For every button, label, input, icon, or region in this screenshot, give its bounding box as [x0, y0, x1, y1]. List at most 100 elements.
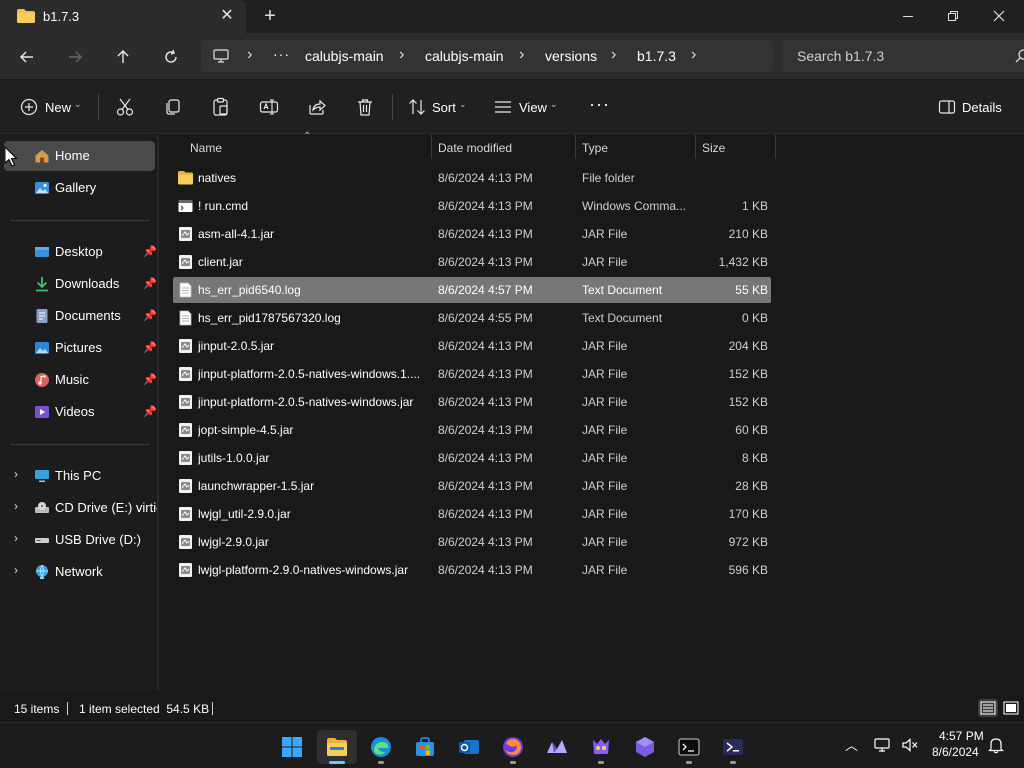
details-view-button[interactable] [978, 699, 998, 717]
more-options-button[interactable]: ··· [589, 94, 610, 115]
taskbar-microsoft-store[interactable] [405, 730, 445, 764]
table-row[interactable]: asm-all-4.1.jar 8/6/2024 4:13 PM JAR File 2… [173, 221, 771, 247]
notification-bell-icon[interactable] [988, 736, 1004, 754]
taskbar-file-explorer[interactable] [317, 730, 357, 764]
refresh-button[interactable] [157, 43, 185, 71]
table-row[interactable]: jinput-platform-2.0.5-natives-windows.1.… [173, 361, 771, 387]
sidebar-item-cd-drive[interactable]: › CD Drive (E:) virtio- [4, 493, 168, 523]
taskbar-outlook[interactable] [449, 730, 489, 764]
pin-icon[interactable]: 📌 [143, 341, 157, 354]
new-button[interactable]: New ⌄ [18, 80, 84, 134]
table-row[interactable]: client.jar 8/6/2024 4:13 PM JAR File 1,432 … [173, 249, 771, 275]
chevron-up-icon[interactable]: ︿ [845, 735, 858, 754]
sidebar-item-videos[interactable]: Videos 📌 [4, 397, 157, 427]
chevron-right-icon[interactable]: › [14, 531, 18, 545]
column-divider[interactable] [431, 135, 432, 159]
sidebar-item-gallery[interactable]: Gallery [4, 173, 155, 203]
table-row[interactable]: lwjgl-platform-2.9.0-natives-windows.jar… [173, 557, 771, 583]
arrow-up-icon [117, 50, 129, 63]
search-input[interactable]: Search b1.7.3 [797, 48, 884, 64]
taskbar-terminal[interactable] [669, 730, 709, 764]
rename-icon[interactable] [259, 97, 279, 117]
table-row[interactable]: jinput-2.0.5.jar 8/6/2024 4:13 PM JAR File… [173, 333, 771, 359]
network-status-icon[interactable] [874, 737, 892, 753]
chevron-right-icon[interactable]: › [399, 46, 404, 64]
chevron-right-icon[interactable]: › [14, 563, 18, 577]
chevron-right-icon[interactable]: › [691, 46, 696, 64]
speaker-muted-icon[interactable] [901, 737, 919, 753]
taskbar-powershell[interactable] [713, 730, 753, 764]
pin-icon[interactable]: 📌 [143, 245, 157, 258]
pin-icon[interactable]: 📌 [143, 309, 157, 322]
cut-icon[interactable] [115, 97, 135, 117]
sidebar-item-documents[interactable]: Documents 📌 [4, 301, 157, 331]
pin-icon[interactable]: 📌 [143, 277, 157, 290]
chevron-right-icon[interactable]: › [611, 46, 616, 64]
table-row[interactable]: launchwrapper-1.5.jar 8/6/2024 4:13 PM JAR… [173, 473, 771, 499]
clock-date[interactable]: 8/6/2024 [932, 745, 979, 759]
breadcrumb-item[interactable]: versions [545, 48, 597, 64]
clock-time[interactable]: 4:57 PM [939, 729, 984, 743]
delete-icon[interactable] [355, 97, 375, 117]
column-divider[interactable] [775, 135, 776, 159]
back-button[interactable] [13, 43, 41, 71]
column-header-size[interactable]: Size [702, 141, 725, 155]
copy-icon[interactable] [163, 97, 183, 117]
column-divider[interactable] [695, 135, 696, 159]
minimize-icon [903, 16, 913, 17]
table-row[interactable]: ! run.cmd 8/6/2024 4:13 PM Windows Comma..… [173, 193, 771, 219]
pin-icon[interactable]: 📌 [143, 405, 157, 418]
taskbar-edge[interactable] [361, 730, 401, 764]
cmd-file-icon [178, 200, 193, 212]
address-bar[interactable]: › ··· calubjs-main › calubjs-main › vers… [201, 40, 773, 72]
search-box[interactable]: Search b1.7.3 [783, 40, 1024, 72]
breadcrumb-item[interactable]: calubjs-main [425, 48, 504, 64]
sidebar-item-this-pc[interactable]: › This PC [4, 461, 155, 491]
taskbar-start-button[interactable] [272, 730, 312, 764]
sidebar-item-music[interactable]: Music 📌 [4, 365, 157, 395]
column-header-type[interactable]: Type [582, 141, 608, 155]
sort-button[interactable]: Sort ⌄ [405, 80, 477, 134]
breadcrumb-current[interactable]: b1.7.3 [637, 48, 676, 64]
share-icon[interactable] [307, 97, 327, 117]
taskbar-app-8[interactable] [581, 730, 621, 764]
breadcrumb-item[interactable]: calubjs-main [305, 48, 384, 64]
table-row[interactable]: lwjgl_util-2.9.0.jar 8/6/2024 4:13 PM JAR … [173, 501, 771, 527]
table-row[interactable]: hs_err_pid6540.log 8/6/2024 4:57 PM Text D… [173, 277, 771, 303]
tab-close-icon[interactable]: ✕ [217, 6, 237, 26]
tab-active[interactable]: b1.7.3 ✕ [0, 0, 246, 33]
sidebar-item-pictures[interactable]: Pictures 📌 [4, 333, 157, 363]
chevron-right-icon[interactable]: › [14, 467, 18, 481]
close-window-button[interactable] [976, 0, 1022, 32]
forward-button[interactable] [61, 43, 89, 71]
column-header-date[interactable]: Date modified [438, 141, 512, 155]
pin-icon[interactable]: 📌 [143, 373, 157, 386]
table-row[interactable]: hs_err_pid1787567320.log 8/6/2024 4:55 PM… [173, 305, 771, 331]
view-button[interactable]: View ⌄ [493, 80, 563, 134]
sidebar-item-downloads[interactable]: Downloads 📌 [4, 269, 157, 299]
sidebar-item-usb-drive[interactable]: › USB Drive (D:) [4, 525, 155, 555]
chevron-right-icon[interactable]: › [519, 46, 524, 64]
table-row[interactable]: natives 8/6/2024 4:13 PM File folder [173, 165, 771, 191]
new-tab-button[interactable]: + [258, 4, 282, 28]
chevron-right-icon[interactable]: › [14, 499, 18, 513]
taskbar-app-9[interactable] [625, 730, 665, 764]
taskbar-app-7[interactable] [537, 730, 577, 764]
table-row[interactable]: lwjgl-2.9.0.jar 8/6/2024 4:13 PM JAR File 9… [173, 529, 771, 555]
large-icons-view-button[interactable] [1001, 699, 1021, 717]
taskbar-firefox[interactable] [493, 730, 533, 764]
column-header-name[interactable]: Name [190, 141, 222, 155]
sidebar-item-desktop[interactable]: Desktop 📌 [4, 237, 157, 267]
sidebar-item-home[interactable]: Home [4, 141, 155, 171]
column-divider[interactable] [575, 135, 576, 159]
sidebar-item-network[interactable]: › Network [4, 557, 155, 587]
up-button[interactable] [109, 43, 137, 71]
minimize-button[interactable] [885, 0, 931, 32]
restore-button[interactable] [930, 0, 976, 32]
paste-icon[interactable] [211, 97, 231, 117]
table-row[interactable]: jutils-1.0.0.jar 8/6/2024 4:13 PM JAR File… [173, 445, 771, 471]
breadcrumb-overflow[interactable]: ··· [273, 46, 290, 62]
table-row[interactable]: jopt-simple-4.5.jar 8/6/2024 4:13 PM JAR F… [173, 417, 771, 443]
table-row[interactable]: jinput-platform-2.0.5-natives-windows.ja… [173, 389, 771, 415]
details-button[interactable]: Details [936, 80, 1006, 134]
